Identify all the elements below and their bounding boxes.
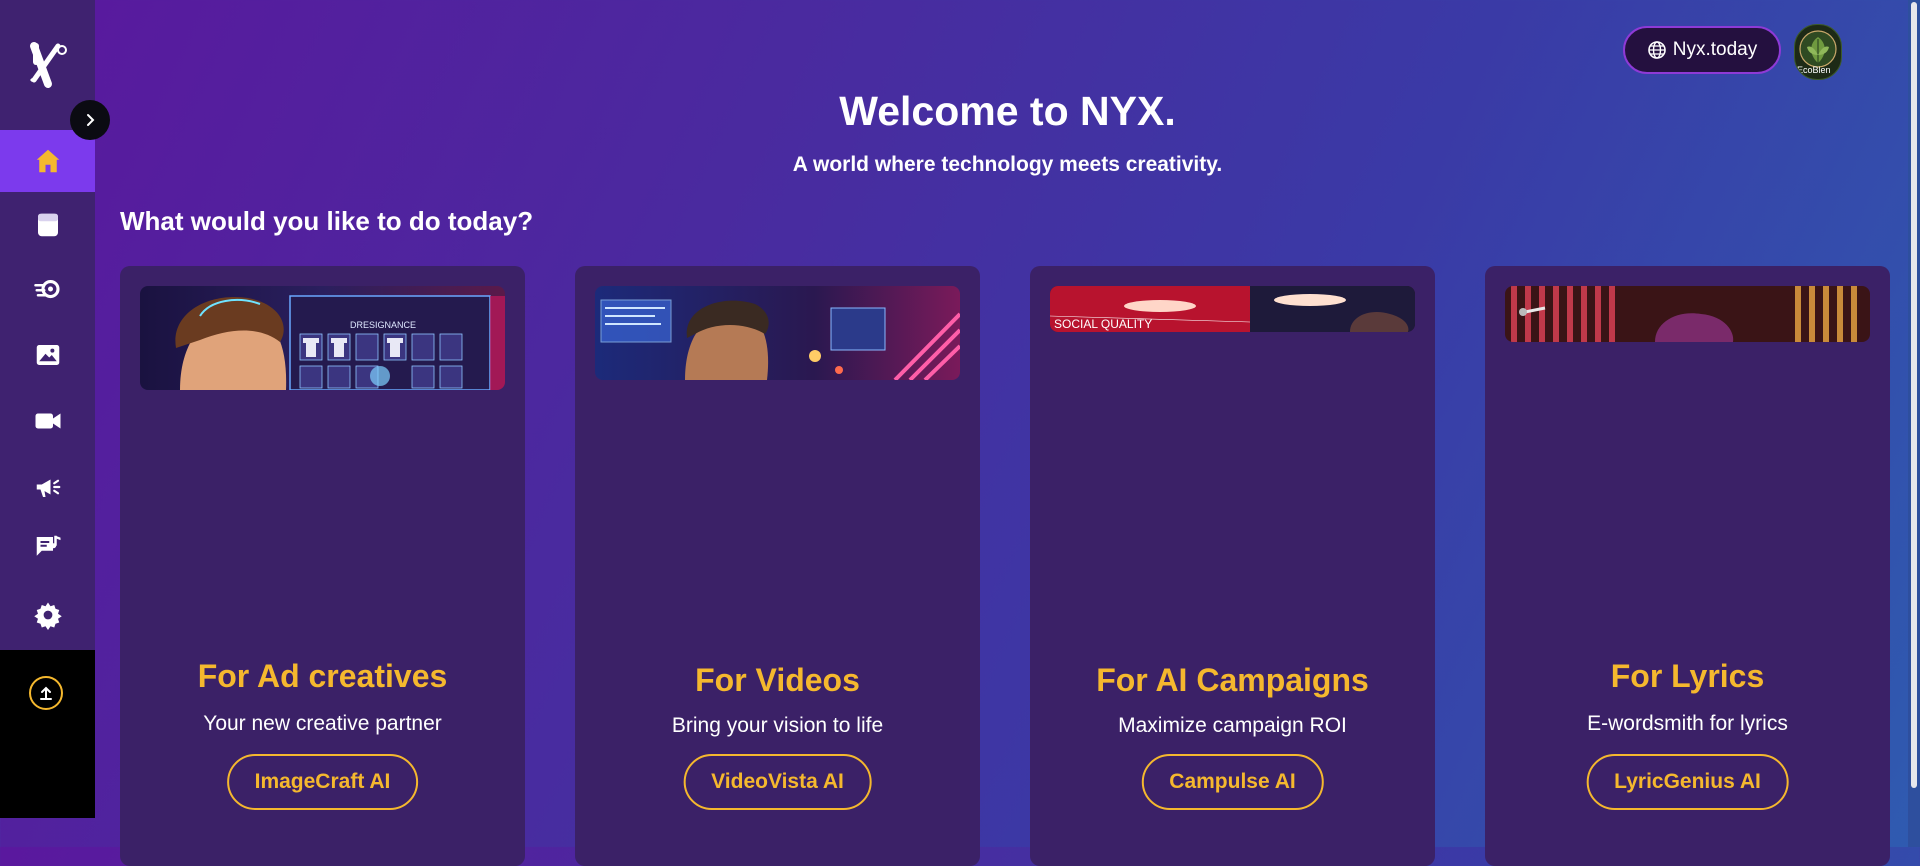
card-image-caption: SOCIAL QUALITY: [1054, 317, 1152, 331]
card-image-lyrics: [1505, 286, 1870, 342]
page-tagline: A world where technology meets creativit…: [792, 153, 1223, 176]
campulse-ai-button[interactable]: Campulse AI: [1141, 754, 1324, 810]
page-title: Welcome to NYX.: [839, 88, 1176, 134]
card-title: For Lyrics: [1610, 658, 1765, 694]
videovista-ai-button[interactable]: VideoVista AI: [683, 754, 872, 810]
card-videos: For Videos Bring your vision to life Vid…: [575, 266, 980, 866]
card-subtitle: Bring your vision to life: [671, 714, 884, 737]
imagecraft-ai-button[interactable]: ImageCraft AI: [226, 754, 419, 810]
card-title: For Ad creatives: [197, 658, 448, 694]
ai-gear-icon: [33, 279, 60, 299]
site-link-label: Nyx.today: [1672, 39, 1758, 60]
card-ai-campaigns: SOCIAL QUALITY For AI Campaigns Maximize…: [1030, 266, 1435, 866]
card-subtitle: E-wordsmith for lyrics: [1587, 712, 1788, 735]
card-image-caption: DRESIGNANCE: [350, 320, 416, 330]
card-image-ai-campaigns: SOCIAL QUALITY: [1050, 286, 1415, 332]
card-lyrics: For Lyrics E-wordsmith for lyrics LyricG…: [1485, 266, 1890, 866]
sidebar-item-settings[interactable]: [0, 584, 95, 646]
upload-icon: [40, 686, 52, 700]
globe-icon: [1647, 41, 1666, 59]
sidebar-item-notes[interactable]: [0, 194, 95, 256]
card-title: For AI Campaigns: [1096, 662, 1369, 698]
sidebar-item-campaigns[interactable]: [0, 456, 95, 518]
lyrics-icon: [36, 535, 60, 556]
sidebar-item-images[interactable]: [0, 324, 95, 386]
upload-button[interactable]: [29, 676, 63, 710]
megaphone-icon: [36, 479, 60, 497]
card-ad-creatives: DRESIGNANCE For Ad creatives Your new cr…: [120, 266, 525, 866]
scrollbar-thumb[interactable]: [1911, 2, 1917, 788]
sidebar-item-videos[interactable]: [0, 390, 95, 452]
section-heading: What would you like to do today?: [120, 206, 534, 236]
avatar[interactable]: EcoBlen: [1794, 24, 1842, 80]
card-title: For Videos: [695, 662, 860, 698]
video-camera-icon: [35, 413, 60, 429]
notepad-icon: [37, 213, 58, 237]
card-subtitle: Maximize campaign ROI: [1118, 714, 1347, 737]
nyx-logo-icon[interactable]: [26, 40, 70, 90]
image-icon: [36, 345, 59, 365]
sidebar-item-lyrics[interactable]: [0, 516, 95, 578]
card-image-ad-creatives: DRESIGNANCE: [140, 286, 505, 390]
vertical-scrollbar[interactable]: [1908, 0, 1920, 847]
avatar-label: EcoBlen: [1797, 65, 1831, 75]
gear-icon: [33, 602, 62, 630]
site-link-button[interactable]: Nyx.today: [1623, 26, 1781, 74]
lyricgenius-ai-button[interactable]: LyricGenius AI: [1586, 754, 1789, 810]
sidebar-item-ai-gear[interactable]: [0, 258, 95, 320]
card-subtitle: Your new creative partner: [203, 712, 442, 735]
card-image-videos: [595, 286, 960, 380]
